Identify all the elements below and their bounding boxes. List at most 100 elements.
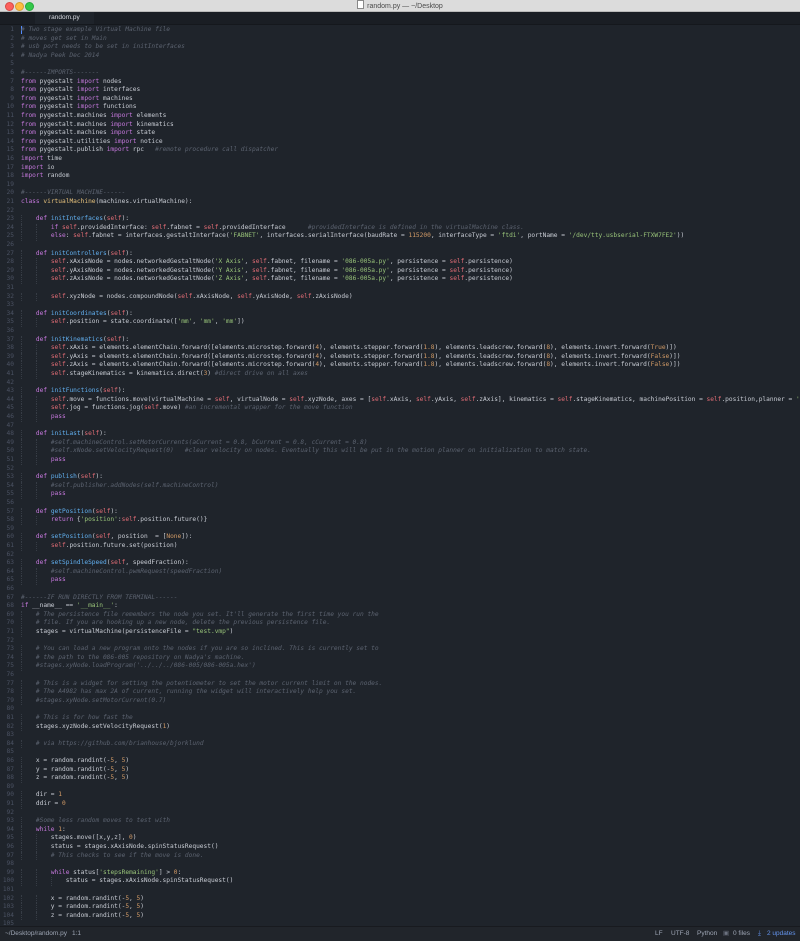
code-line[interactable]: 54 #self.publisher.addNodes(self.machine… xyxy=(0,481,800,491)
code-line[interactable]: 99 while status['stepsRemaining'] > 0: xyxy=(0,868,800,878)
code-line[interactable]: 80 xyxy=(0,705,800,714)
code-line[interactable]: 5 xyxy=(0,60,800,69)
code-line[interactable]: 91 ddir = 0 xyxy=(0,800,800,809)
code-line[interactable]: 87 y = random.randint(-5, 5) xyxy=(0,765,800,775)
code-line[interactable]: 15 from pygestalt.publish import rpc #rem… xyxy=(0,146,800,155)
code-line[interactable]: 6 #------IMPORTS------- xyxy=(0,69,800,78)
code-line[interactable]: 36 xyxy=(0,327,800,336)
code-line[interactable]: 1 # Two stage example Virtual Machine fil… xyxy=(0,26,800,35)
code-line[interactable]: 7 from pygestalt import nodes xyxy=(0,78,800,87)
code-line[interactable]: 84 # via https://github.com/brianhouse/b… xyxy=(0,739,800,749)
code-line[interactable]: 95 stages.move([x,y,z], 0) xyxy=(0,834,800,843)
code-line[interactable]: 104 z = random.randint(-5, 5) xyxy=(0,911,800,921)
code-line[interactable]: 51 pass xyxy=(0,456,800,465)
code-line[interactable]: 22 xyxy=(0,207,800,216)
code-line[interactable]: 60 def setPosition(self, position = [Non… xyxy=(0,533,800,542)
code-line[interactable]: 63 def setSpindleSpeed(self, speedFracti… xyxy=(0,559,800,568)
code-line[interactable]: 83 xyxy=(0,731,800,740)
code-line[interactable]: 24 if self.providedInterface: self.fabne… xyxy=(0,223,800,233)
code-line[interactable]: 79 #stages.xyNode.setMotorCurrent(0.7) xyxy=(0,696,800,706)
code-line[interactable]: 39 self.yAxis = elements.elementChain.fo… xyxy=(0,352,800,362)
status-updates[interactable]: 2 updates xyxy=(767,927,796,941)
code-line[interactable]: 61 self.position.future.set(position) xyxy=(0,542,800,551)
status-line-ending[interactable]: LF xyxy=(655,927,663,941)
code-line[interactable]: 4 # Nadya Peek Dec 2014 xyxy=(0,52,800,61)
code-line[interactable]: 42 xyxy=(0,379,800,388)
code-line[interactable]: 19 xyxy=(0,181,800,190)
status-cursor-position[interactable]: 1:1 xyxy=(72,927,81,941)
code-line[interactable]: 18 import random xyxy=(0,172,800,181)
code-line[interactable]: 70 # file. If you are hooking up a new n… xyxy=(0,619,800,628)
code-line[interactable]: 101 xyxy=(0,886,800,895)
status-grammar[interactable]: Python xyxy=(697,927,717,941)
code-line[interactable]: 8 from pygestalt import interfaces xyxy=(0,86,800,95)
code-line[interactable]: 3 # usb port needs to be set in initInter… xyxy=(0,43,800,52)
code-line[interactable]: 78 # The A4982 has max 2A of current, ru… xyxy=(0,688,800,697)
code-line[interactable]: 29 self.yAxisNode = nodes.networkedGesta… xyxy=(0,266,800,276)
code-line[interactable]: 81 # This is for how fast the xyxy=(0,714,800,723)
code-line[interactable]: 75 #stages.xyNode.loadProgram('../../../… xyxy=(0,662,800,671)
code-line[interactable]: 27 def initControllers(self): xyxy=(0,249,800,259)
code-line[interactable]: 25 else: self.fabnet = interfaces.gestal… xyxy=(0,232,800,241)
code-line[interactable]: 10 from pygestalt import functions xyxy=(0,103,800,112)
code-line[interactable]: 98 xyxy=(0,860,800,869)
code-line[interactable]: 48 def initLast(self): xyxy=(0,430,800,439)
code-line[interactable]: 53 def publish(self): xyxy=(0,473,800,482)
code-line[interactable]: 103 y = random.randint(-5, 5) xyxy=(0,903,800,912)
code-line[interactable]: 41 self.stageKinematics = kinematics.dir… xyxy=(0,370,800,379)
code-line[interactable]: 96 status = stages.xAxisNode.spinStatusR… xyxy=(0,843,800,852)
code-line[interactable]: 59 xyxy=(0,525,800,534)
code-line[interactable]: 37 def initKinematics(self): xyxy=(0,335,800,345)
code-line[interactable]: 102 x = random.randint(-5, 5) xyxy=(0,894,800,904)
code-line[interactable]: 58 return {'position':self.position.futu… xyxy=(0,516,800,525)
code-line[interactable]: 12 from pygestalt.machines import kinemat… xyxy=(0,121,800,130)
code-line[interactable]: 16 import time xyxy=(0,155,800,164)
code-line[interactable]: 92 xyxy=(0,809,800,818)
code-line[interactable]: 86 x = random.randint(-5, 5) xyxy=(0,757,800,766)
code-line[interactable]: 97 # This checks to see if the move is d… xyxy=(0,851,800,861)
code-line[interactable]: 38 self.xAxis = elements.elementChain.fo… xyxy=(0,344,800,353)
code-line[interactable]: 62 xyxy=(0,551,800,560)
code-line[interactable]: 9 from pygestalt import machines xyxy=(0,95,800,104)
code-line[interactable]: 52 xyxy=(0,465,800,474)
code-line[interactable]: 47 xyxy=(0,422,800,431)
code-line[interactable]: 35 self.position = state.coordinate(['mm… xyxy=(0,318,800,327)
code-line[interactable]: 57 def getPosition(self): xyxy=(0,507,800,517)
code-line[interactable]: 32 self.xyzNode = nodes.compoundNode(sel… xyxy=(0,292,800,302)
code-line[interactable]: 64 #self.machineControl.pwmRequest(speed… xyxy=(0,567,800,577)
code-line[interactable]: 76 xyxy=(0,671,800,680)
code-line[interactable]: 26 xyxy=(0,241,800,250)
code-line[interactable]: 50 #self.xNode.setVelocityRequest(0) #cl… xyxy=(0,447,800,456)
code-line[interactable]: 65 pass xyxy=(0,576,800,585)
code-line[interactable]: 23 def initInterfaces(self): xyxy=(0,215,800,224)
code-line[interactable]: 28 self.xAxisNode = nodes.networkedGesta… xyxy=(0,258,800,267)
code-line[interactable]: 93 #Some less random moves to test with xyxy=(0,817,800,826)
code-line[interactable]: 68 if __name__ == '__main__': xyxy=(0,602,800,611)
code-line[interactable]: 100 status = stages.xAxisNode.spinStatus… xyxy=(0,877,800,886)
code-line[interactable]: 55 pass xyxy=(0,490,800,499)
status-file-path[interactable]: ~/Desktop/random.py xyxy=(5,927,67,941)
code-line[interactable]: 17 import io xyxy=(0,164,800,173)
code-line[interactable]: 56 xyxy=(0,499,800,508)
code-line[interactable]: 73 # You can load a new program onto the… xyxy=(0,645,800,654)
code-line[interactable]: 13 from pygestalt.machines import state xyxy=(0,129,800,138)
code-line[interactable]: 72 xyxy=(0,637,800,646)
code-line[interactable]: 82 stages.xyzNode.setVelocityRequest(1) xyxy=(0,722,800,732)
tab-random-py[interactable]: random.py xyxy=(35,12,94,24)
code-line[interactable]: 45 self.jog = functions.jog(self.move) #… xyxy=(0,404,800,413)
code-line[interactable]: 11 from pygestalt.machines import element… xyxy=(0,112,800,121)
code-line[interactable]: 90 dir = 1 xyxy=(0,791,800,800)
code-line[interactable]: 67 #------IF RUN DIRECTLY FROM TERMINAL--… xyxy=(0,594,800,603)
code-line[interactable]: 31 xyxy=(0,284,800,293)
code-line[interactable]: 33 xyxy=(0,301,800,310)
code-line[interactable]: 66 xyxy=(0,585,800,594)
code-line[interactable]: 21 class virtualMachine(machines.virtualM… xyxy=(0,198,800,207)
code-line[interactable]: 94 while 1: xyxy=(0,825,800,835)
code-line[interactable]: 77 # This is a widget for setting the po… xyxy=(0,679,800,689)
code-line[interactable]: 43 def initFunctions(self): xyxy=(0,387,800,396)
code-editor[interactable]: 1 # Two stage example Virtual Machine fil… xyxy=(0,25,800,926)
code-line[interactable]: 46 pass xyxy=(0,413,800,422)
status-encoding[interactable]: UTF-8 xyxy=(671,927,689,941)
code-line[interactable]: 30 self.zAxisNode = nodes.networkedGesta… xyxy=(0,275,800,284)
code-line[interactable]: 85 xyxy=(0,748,800,757)
